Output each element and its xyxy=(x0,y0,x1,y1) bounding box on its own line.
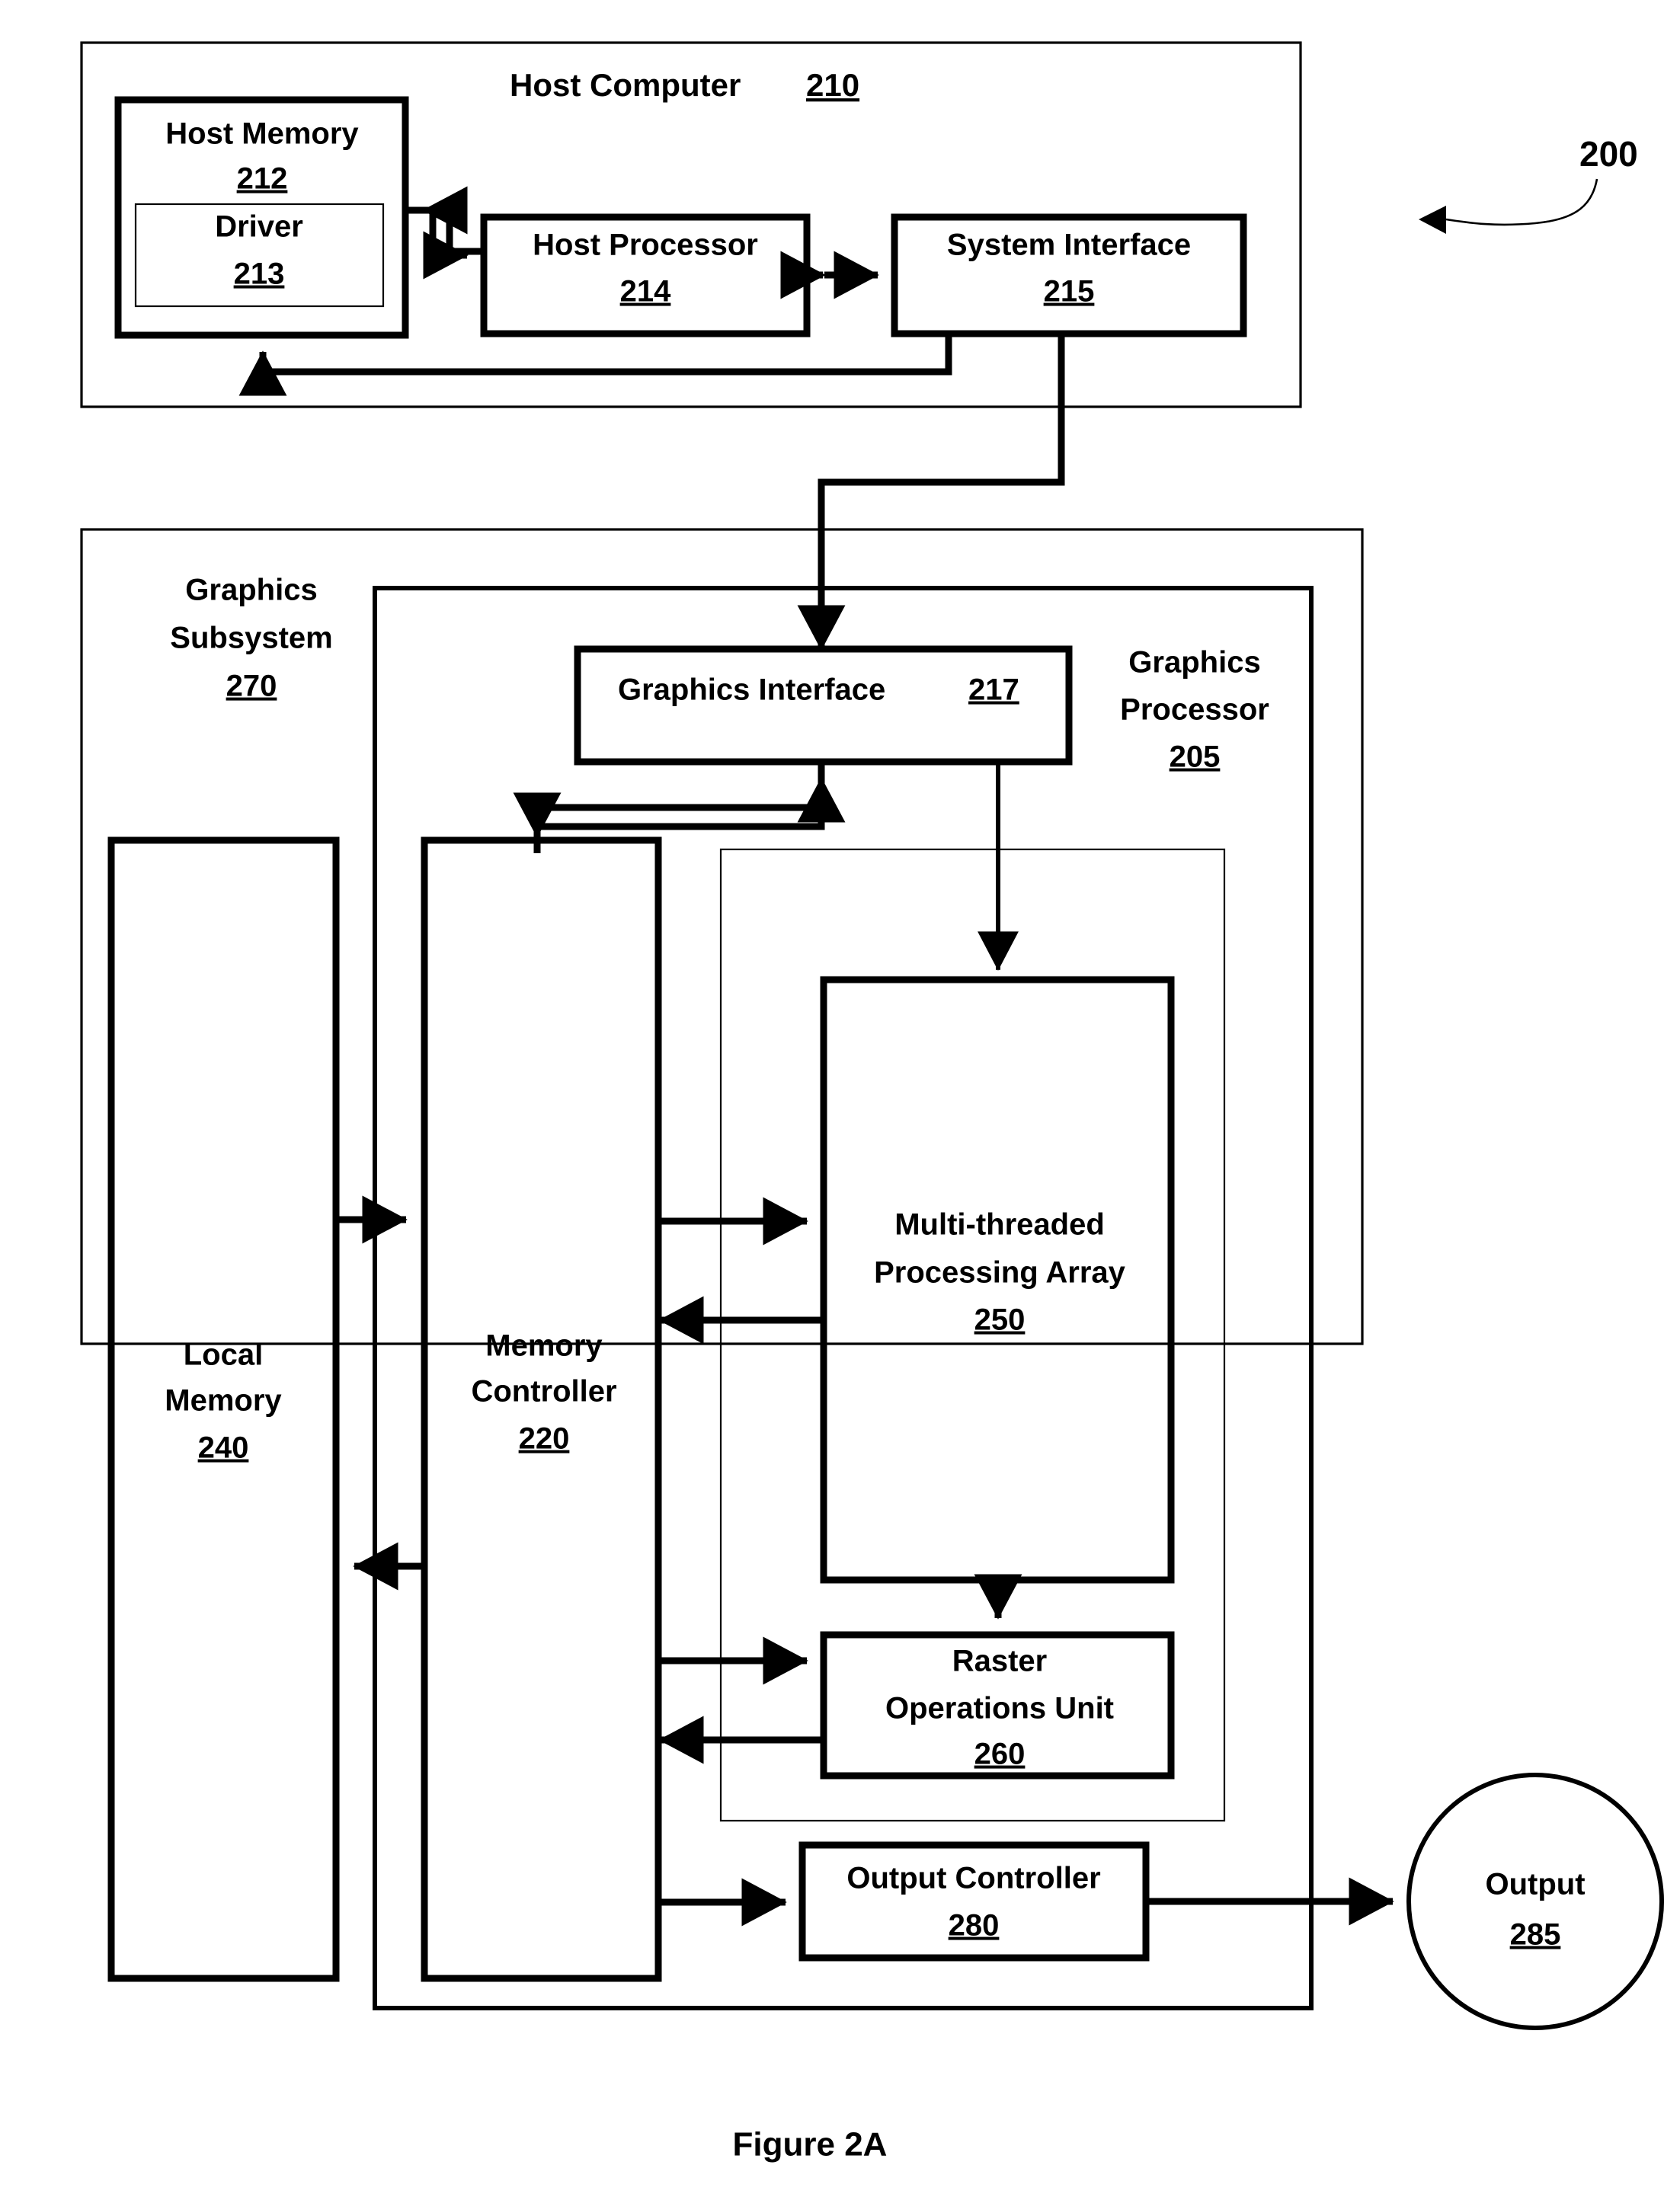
diagram-canvas: Host Computer 210 Host Memory 212 Driver… xyxy=(80,41,1664,2163)
graphics-processor-ref: 205 xyxy=(1170,740,1221,774)
memory-controller-ref: 220 xyxy=(519,1422,570,1456)
system-interface-title: System Interface xyxy=(947,229,1191,262)
memory-controller-title-line1: Memory xyxy=(485,1329,603,1363)
connector-systeminterface-to-graphicsinterface xyxy=(797,334,1065,651)
graphics-interface-title: Graphics Interface xyxy=(618,673,885,707)
graphics-subsystem-title-line1: Graphics xyxy=(185,574,317,607)
driver-title: Driver xyxy=(215,210,303,244)
output-controller-title: Output Controller xyxy=(846,1862,1100,1895)
system-200-leader-arrowhead xyxy=(1419,206,1446,234)
output-node xyxy=(1406,1773,1664,2030)
local-memory-title-line1: Local xyxy=(184,1338,263,1372)
driver-ref: 213 xyxy=(234,257,285,291)
graphics-interface-ref: 217 xyxy=(968,673,1019,707)
system-200-ref: 200 xyxy=(1579,134,1638,174)
graphics-subsystem-title-line2: Subsystem xyxy=(170,622,332,655)
connector-systeminterface-to-hostmem-bus xyxy=(238,334,952,396)
host-processor-ref: 214 xyxy=(620,275,671,309)
local-memory-title-line2: Memory xyxy=(165,1384,282,1418)
output-controller-ref: 280 xyxy=(949,1909,1000,1943)
host-computer-ref: 210 xyxy=(806,67,859,103)
mta-title-line2: Processing Array xyxy=(874,1256,1126,1290)
system-200-leader-line xyxy=(1445,178,1598,226)
output-title: Output xyxy=(1485,1868,1585,1901)
host-processor-title: Host Processor xyxy=(533,229,758,262)
rop-title-line1: Raster xyxy=(952,1645,1048,1678)
memory-controller-box xyxy=(421,836,662,1982)
host-computer-title: Host Computer xyxy=(510,67,741,103)
system-interface-ref: 215 xyxy=(1044,275,1095,309)
graphics-processor-title-line1: Graphics xyxy=(1128,646,1260,680)
figure-caption: Figure 2A xyxy=(733,2126,888,2163)
local-memory-ref: 240 xyxy=(198,1431,249,1465)
memory-controller-title-line2: Controller xyxy=(471,1375,616,1409)
mta-ref: 250 xyxy=(974,1303,1026,1337)
host-memory-ref: 212 xyxy=(237,162,288,196)
graphics-subsystem-ref: 270 xyxy=(226,670,277,703)
mta-title-line1: Multi-threaded xyxy=(894,1208,1105,1242)
host-memory-title: Host Memory xyxy=(165,117,359,151)
output-ref: 285 xyxy=(1510,1918,1561,1952)
patent-figure-2a: Host Computer 210 Host Memory 212 Driver… xyxy=(0,0,1680,2197)
rop-title-line2: Operations Unit xyxy=(885,1692,1114,1725)
graphics-processor-title-line2: Processor xyxy=(1120,693,1269,727)
rop-ref: 260 xyxy=(974,1738,1026,1771)
